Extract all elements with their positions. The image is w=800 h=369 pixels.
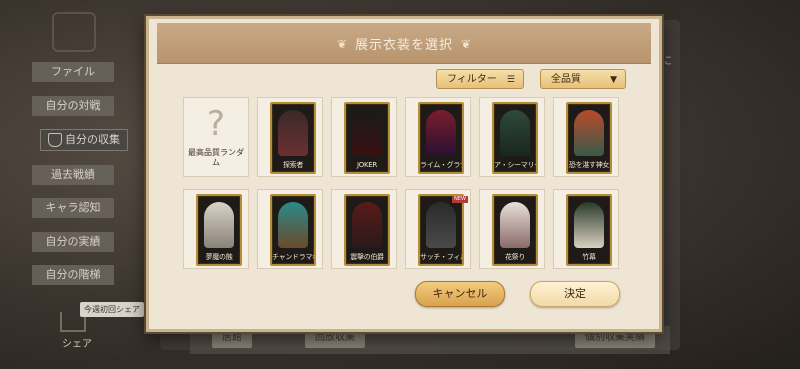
costume-card: ライム・グラナトゥ <box>418 102 464 174</box>
menu-item-ladder[interactable]: 自分の階梯 <box>32 265 114 285</box>
leaf-ornament-icon: ❦ <box>461 37 472 51</box>
costume-portrait <box>426 110 456 156</box>
costume-card: ア・シーマリー <box>492 102 538 174</box>
costume-card: 夢魔の蝕 <box>196 194 242 266</box>
costume-portrait <box>204 202 234 248</box>
filter-label: フィルター <box>447 74 497 85</box>
costume-name: 花祭り <box>504 253 526 261</box>
costume-cell[interactable]: ライム・グラナトゥ <box>405 97 471 177</box>
costume-name: サッチ・フィルム <box>420 253 462 261</box>
costume-cell[interactable]: 震撃の伯爵 <box>331 189 397 269</box>
costume-portrait <box>500 202 530 248</box>
costume-grid: ? 最高品質ランダム 探索者 JOKER ライム・グラナトゥ ア・シーマリ <box>183 97 623 271</box>
menu-item-file[interactable]: ファイル <box>32 62 114 82</box>
costume-name: ア・シーマリー <box>494 161 536 169</box>
list-icon: ☰ <box>506 75 515 85</box>
question-mark-icon: ? <box>206 104 226 144</box>
menu-item-character[interactable]: キャラ認知 <box>32 198 114 218</box>
costume-card: チャンドラマボス <box>270 194 316 266</box>
costume-portrait <box>352 202 382 248</box>
dialog-title: 展示衣装を選択 <box>354 38 453 53</box>
menu-item-matches[interactable]: 自分の対戦 <box>32 95 114 116</box>
costume-portrait <box>500 110 530 156</box>
costume-name: JOKER <box>357 161 377 169</box>
new-badge: NEW <box>452 196 468 203</box>
costume-name: 恐を湛す神女 <box>568 161 610 169</box>
costume-portrait <box>574 110 604 156</box>
costume-cell[interactable]: 花祭り <box>479 189 545 269</box>
menu-item-collection[interactable]: 自分の収集 <box>40 129 128 151</box>
menu-item-achievements[interactable]: 自分の実績 <box>32 231 114 252</box>
share-label[interactable]: シェア <box>62 335 92 350</box>
menu-item-collection-label: 自分の収集 <box>65 133 120 146</box>
costume-name: 竹幕 <box>582 253 596 261</box>
costume-select-dialog: ❦ 展示衣装を選択 ❦ フィルター ☰ 全品質 ▼ ? 最高品質ランダム 探索者… <box>146 16 662 332</box>
costume-name: 夢魔の蝕 <box>205 253 233 261</box>
costume-card: 竹幕 <box>566 194 612 266</box>
grade-dropdown[interactable]: 全品質 ▼ <box>540 69 626 89</box>
costume-name: 震撃の伯爵 <box>350 253 384 261</box>
costume-card: 探索者 <box>270 102 316 174</box>
costume-portrait <box>278 110 308 156</box>
costume-portrait <box>426 202 456 248</box>
costume-cell[interactable]: 恐を湛す神女 <box>553 97 619 177</box>
confirm-button[interactable]: 決定 <box>530 281 620 307</box>
dialog-header: ❦ 展示衣装を選択 ❦ <box>157 23 651 64</box>
costume-cell[interactable]: JOKER <box>331 97 397 177</box>
logo-icon <box>52 12 96 52</box>
costume-card: JOKER <box>344 102 390 174</box>
costume-cell[interactable]: ア・シーマリー <box>479 97 545 177</box>
costume-card: 震撃の伯爵 <box>344 194 390 266</box>
share-tooltip: 今週初回シェア <box>80 302 144 317</box>
costume-name: 探索者 <box>282 161 304 169</box>
random-label: 最高品質ランダム <box>188 148 244 167</box>
filter-button[interactable]: フィルター ☰ <box>436 69 524 89</box>
costume-cell[interactable]: 探索者 <box>257 97 323 177</box>
costume-card: 恐を湛す神女 <box>566 102 612 174</box>
grade-label: 全品質 <box>551 74 581 85</box>
costume-cell[interactable]: サッチ・フィルム NEW <box>405 189 471 269</box>
costume-cell[interactable]: 夢魔の蝕 <box>183 189 249 269</box>
costume-card: 花祭り <box>492 194 538 266</box>
side-menu: ファイル 自分の対戦 自分の収集 過去戦績 キャラ認知 自分の実績 自分の階梯 <box>32 62 128 299</box>
costume-card: サッチ・フィルム <box>418 194 464 266</box>
costume-cell[interactable]: 竹幕 <box>553 189 619 269</box>
cancel-button[interactable]: キャンセル <box>415 281 505 307</box>
costume-name: チャンドラマボス <box>272 253 314 261</box>
menu-item-history[interactable]: 過去戦績 <box>32 164 114 185</box>
chevron-down-icon: ▼ <box>610 75 617 85</box>
costume-portrait <box>352 110 382 156</box>
costume-name: ライム・グラナトゥ <box>420 161 462 169</box>
costume-portrait <box>574 202 604 248</box>
costume-portrait <box>278 202 308 248</box>
shield-icon <box>48 133 62 147</box>
costume-cell[interactable]: チャンドラマボス <box>257 189 323 269</box>
random-costume-cell[interactable]: ? 最高品質ランダム <box>183 97 249 177</box>
